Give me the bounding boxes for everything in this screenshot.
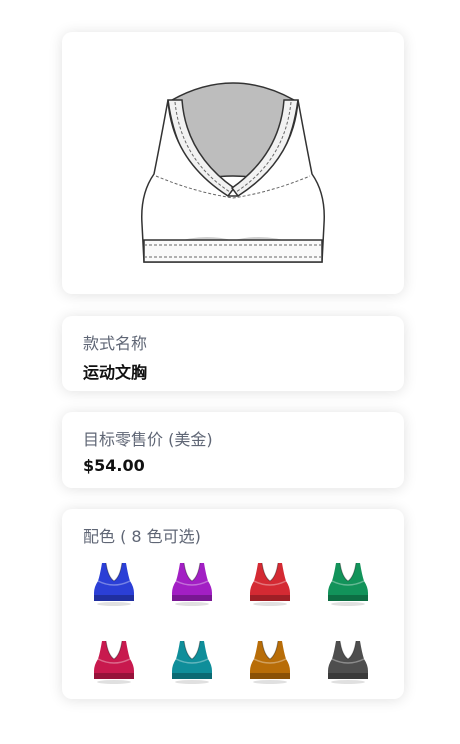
sports-bra-icon <box>328 562 368 606</box>
sports-bra-icon <box>250 562 290 606</box>
sports-bra-icon <box>94 562 134 606</box>
style-name-card: 款式名称 运动文胸 <box>62 316 404 391</box>
colorway-swatch[interactable] <box>90 637 138 685</box>
colorway-swatch[interactable] <box>168 559 216 607</box>
colorway-swatch[interactable] <box>246 637 294 685</box>
colorway-swatch[interactable] <box>168 637 216 685</box>
style-name-value: 运动文胸 <box>83 363 148 382</box>
sports-bra-icon <box>94 640 134 684</box>
colorways-card: 配色 ( 8 色可选) <box>62 509 404 699</box>
colorways-label: 配色 ( 8 色可选) <box>83 527 201 546</box>
colorway-swatch[interactable] <box>246 559 294 607</box>
product-image-card <box>62 32 404 294</box>
style-name-label: 款式名称 <box>83 334 148 353</box>
colorway-swatch[interactable] <box>90 559 138 607</box>
sports-bra-icon <box>172 562 212 606</box>
colorway-swatch[interactable] <box>324 637 372 685</box>
sports-bra-icon <box>172 640 212 684</box>
retail-price-card: 目标零售价 (美金) $54.00 <box>62 412 404 488</box>
sports-bra-sketch-icon <box>141 82 325 263</box>
retail-price-value: $54.00 <box>83 456 145 475</box>
colorway-swatch[interactable] <box>324 559 372 607</box>
sports-bra-icon <box>250 640 290 684</box>
sports-bra-icon <box>328 640 368 684</box>
retail-price-label: 目标零售价 (美金) <box>83 430 213 449</box>
